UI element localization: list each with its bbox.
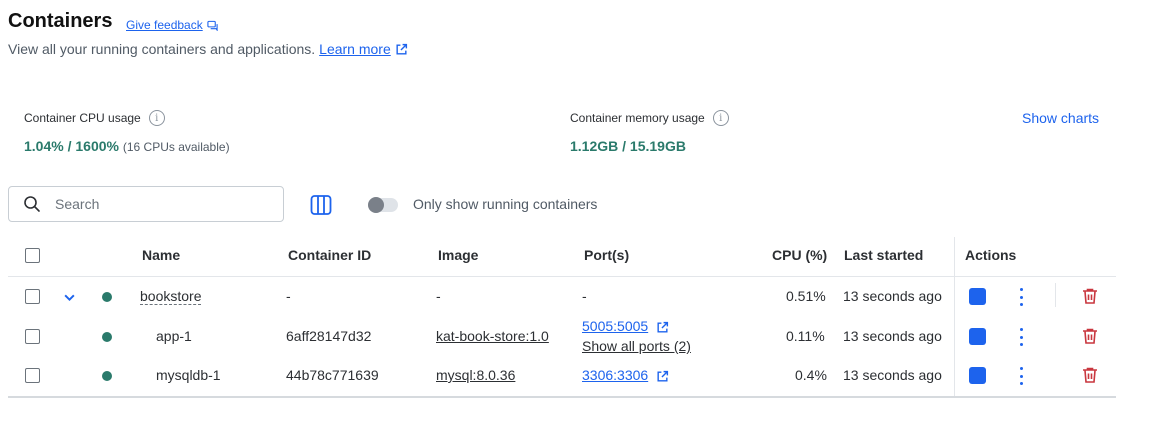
table-bottom-border	[8, 396, 1116, 398]
search-icon	[24, 196, 40, 212]
column-header-ports[interactable]: Port(s)	[584, 247, 629, 263]
stop-button[interactable]	[969, 367, 986, 384]
delete-icon[interactable]	[1081, 327, 1099, 345]
stop-button[interactable]	[969, 328, 986, 345]
memory-usage-label: Container memory usage	[570, 111, 705, 125]
container-name-app-1[interactable]: app-1	[156, 328, 192, 344]
column-header-container-id[interactable]: Container ID	[288, 247, 371, 263]
external-link-icon[interactable]	[656, 370, 669, 383]
column-header-name[interactable]: Name	[142, 247, 180, 263]
header-divider	[8, 276, 1116, 277]
more-actions-icon[interactable]	[1014, 328, 1028, 346]
external-link-icon[interactable]	[656, 321, 669, 334]
port-link-group: 3306:3306	[582, 367, 669, 383]
columns-icon[interactable]	[310, 194, 332, 216]
external-link-icon	[396, 43, 407, 55]
actions-column-divider	[954, 237, 955, 397]
cpu-usage-value-group: 1.04% / 1600% (16 CPUs available)	[24, 138, 230, 154]
memory-usage-label-group: Container memory usage i	[570, 110, 729, 126]
cpu-usage-label-group: Container CPU usage i	[24, 110, 165, 126]
delete-icon[interactable]	[1081, 366, 1099, 384]
container-name-mysqldb-1[interactable]: mysqldb-1	[156, 367, 221, 383]
image-cell: -	[436, 288, 441, 304]
container-id-cell: 44b78c771639	[286, 367, 379, 383]
status-running-dot	[102, 371, 112, 381]
search-box[interactable]	[8, 186, 284, 222]
show-all-ports-link[interactable]: Show all ports (2)	[582, 338, 691, 354]
last-started-cell: 13 seconds ago	[843, 328, 942, 344]
cpu-info-icon[interactable]: i	[148, 110, 165, 126]
status-running-dot	[102, 332, 112, 342]
container-name-bookstore[interactable]: bookstore	[140, 288, 202, 305]
container-id-cell: 6aff28147d32	[286, 328, 372, 344]
give-feedback-link[interactable]: Give feedback	[126, 18, 218, 32]
last-started-cell: 13 seconds ago	[843, 367, 942, 383]
last-started-cell: 13 seconds ago	[843, 288, 942, 304]
running-only-toggle[interactable]	[368, 197, 398, 213]
chevron-down-icon[interactable]	[63, 291, 76, 304]
memory-usage-value: 1.12GB / 15.19GB	[570, 138, 686, 154]
column-header-last-started[interactable]: Last started	[844, 247, 923, 263]
cpu-usage-value: 1.04% / 1600%	[24, 138, 119, 154]
feedback-icon	[207, 20, 218, 31]
cpu-cell: 0.11%	[786, 328, 825, 344]
more-actions-icon[interactable]	[1014, 367, 1028, 385]
port-link-group: 5005:5005	[582, 318, 669, 334]
column-header-cpu[interactable]: CPU (%)	[772, 247, 827, 263]
show-charts-button[interactable]: Show charts	[1022, 110, 1099, 126]
running-only-label: Only show running containers	[413, 196, 598, 212]
toggle-knob	[368, 197, 384, 213]
column-header-actions: Actions	[965, 247, 1017, 263]
ports-cell: -	[582, 288, 587, 304]
column-header-image[interactable]: Image	[438, 247, 478, 263]
page-subtitle: View all your running containers and app…	[8, 41, 408, 57]
page-title: Containers	[8, 10, 113, 32]
learn-more-link[interactable]: Learn more	[319, 41, 391, 57]
action-separator	[1055, 283, 1056, 307]
select-all-checkbox[interactable]	[25, 248, 40, 263]
cpu-cell: 0.4%	[795, 367, 827, 383]
stop-button[interactable]	[969, 288, 986, 305]
port-link[interactable]: 3306:3306	[582, 367, 648, 383]
cpu-cell: 0.51%	[786, 288, 826, 304]
status-running-dot	[102, 292, 112, 302]
image-link[interactable]: mysql:8.0.36	[436, 367, 515, 383]
delete-icon[interactable]	[1081, 287, 1099, 305]
row-checkbox-bookstore[interactable]	[25, 289, 40, 304]
cpu-available-note: (16 CPUs available)	[122, 140, 230, 154]
cpu-usage-label: Container CPU usage	[24, 111, 141, 125]
image-link[interactable]: kat-book-store:1.0	[436, 328, 549, 344]
subtitle-text: View all your running containers and app…	[8, 41, 316, 57]
port-link[interactable]: 5005:5005	[582, 318, 648, 334]
container-id-cell: -	[286, 288, 291, 304]
row-checkbox-app-1[interactable]	[25, 329, 40, 344]
give-feedback-label: Give feedback	[126, 18, 203, 32]
row-checkbox-mysqldb-1[interactable]	[25, 368, 40, 383]
memory-info-icon[interactable]: i	[712, 110, 729, 126]
search-input[interactable]	[53, 195, 257, 213]
more-actions-icon[interactable]	[1014, 288, 1028, 306]
